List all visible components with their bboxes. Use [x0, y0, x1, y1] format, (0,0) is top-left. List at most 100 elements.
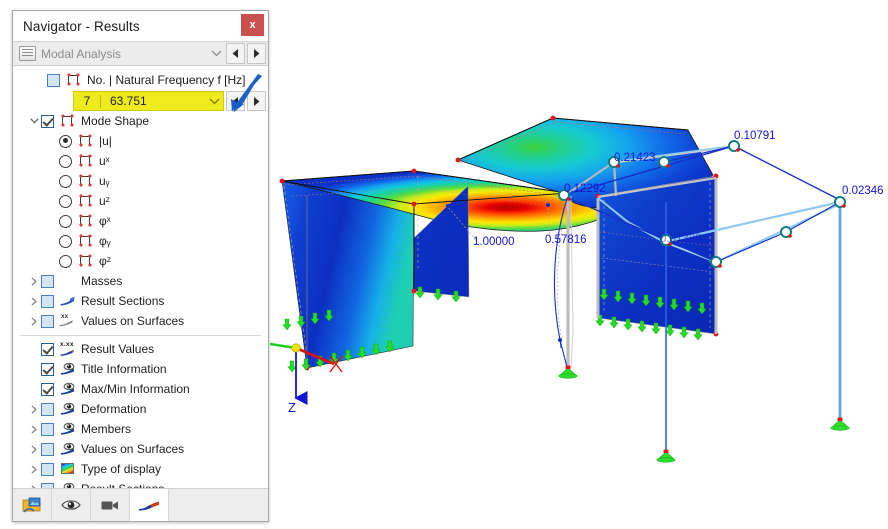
mode-component-row[interactable]: |u| [13, 131, 268, 151]
tree-item-checkbox[interactable] [41, 442, 54, 456]
chevron-right-icon[interactable] [27, 314, 41, 328]
tree-item-checkbox[interactable] [41, 294, 54, 308]
chevron-right-icon[interactable] [27, 462, 41, 476]
mode-component-row[interactable]: φᵧ [13, 231, 268, 251]
tree-item-checkbox[interactable] [41, 462, 54, 476]
tree-item-label: Deformation [81, 402, 147, 416]
mode-component-radio[interactable] [59, 154, 72, 168]
tree-item[interactable]: Deformation [13, 399, 268, 419]
mode-shape-label: Mode Shape [81, 114, 150, 128]
results-navigator-tab[interactable] [130, 489, 169, 521]
natural-frequency-checkbox[interactable] [47, 73, 60, 87]
chevron-right-icon[interactable] [27, 442, 41, 456]
tree-item-label: Result Sections [81, 483, 164, 488]
frequency-prev-button[interactable] [226, 91, 245, 111]
analysis-next-button[interactable] [247, 43, 266, 64]
mode-component-row[interactable]: uᶻ [13, 191, 268, 211]
result-section-icon [59, 294, 76, 308]
tree-item-checkbox[interactable] [41, 382, 54, 396]
tree-item[interactable]: Members [13, 419, 268, 439]
camera-icon [101, 501, 118, 510]
tree-item-mode-shape[interactable]: Mode Shape [13, 111, 268, 131]
close-button[interactable]: x [241, 14, 264, 36]
chevron-down-icon[interactable] [208, 43, 224, 64]
frequency-combobox-row: 7 63.751 [73, 91, 266, 111]
mode-shape-checkbox[interactable] [41, 114, 54, 128]
chevron-right-icon[interactable] [27, 482, 41, 488]
tree-item[interactable]: Result Sections [13, 291, 268, 311]
tree-item-natural-frequency[interactable]: Mode Shape No. | Natural Frequency f [Hz… [13, 70, 268, 90]
eye-icon [59, 442, 76, 456]
analysis-combobox[interactable]: Modal Analysis [16, 43, 208, 64]
analysis-label: Modal Analysis [41, 46, 122, 61]
tree-item-label: Values on Surfaces [81, 314, 185, 328]
tree-item[interactable]: Type of display [13, 459, 268, 479]
frame-icon [77, 214, 94, 228]
eye-icon [59, 362, 76, 376]
eye-icon [59, 482, 76, 488]
tabbar-filler [169, 489, 268, 521]
tree-item-checkbox[interactable] [41, 422, 54, 436]
project-navigator-tab[interactable] [13, 489, 52, 521]
3d-viewport[interactable]: 1.00000 0.57816 0.12292 0.21423 0.10791 … [268, 0, 888, 529]
results-icon [139, 501, 159, 510]
tree-item[interactable]: Result Sections [13, 479, 268, 488]
mode-component-row[interactable]: uˣ [13, 151, 268, 171]
tree-upper-items[interactable]: Masses Result Sections xx Values on Surface… [13, 271, 268, 331]
mode-component-radio[interactable] [59, 194, 72, 208]
result-values-icon: x.xx [59, 341, 76, 356]
tree-lower-items[interactable]: x.xx Result Values Title Information Max/Mi… [13, 339, 268, 488]
eye-icon [59, 422, 76, 436]
chevron-right-icon[interactable] [27, 274, 41, 288]
frequency-combobox[interactable]: 7 63.751 [73, 91, 224, 111]
chevron-right-icon[interactable] [27, 402, 41, 416]
tree-item[interactable]: x.xx Result Values [13, 339, 268, 359]
tree-item-label: Type of display [81, 462, 162, 476]
chevron-down-icon[interactable] [27, 114, 41, 128]
mode-component-radio[interactable] [59, 254, 72, 268]
rainbow-icon [59, 462, 76, 476]
views-navigator-tab[interactable] [91, 489, 130, 521]
tree-item-checkbox[interactable] [41, 402, 54, 416]
tree-item-checkbox[interactable] [41, 342, 54, 356]
chevron-right-icon[interactable] [27, 294, 41, 308]
mode-component-row[interactable]: φˣ [13, 211, 268, 231]
frame-icon [77, 134, 94, 148]
mode-component-radio[interactable] [59, 134, 72, 148]
tree-item[interactable]: Values on Surfaces [13, 439, 268, 459]
frequency-next-button[interactable] [247, 91, 266, 111]
tree-item-checkbox[interactable] [41, 314, 54, 328]
tree-item-label: Max/Min Information [81, 382, 190, 396]
tree-item[interactable]: Title Information [13, 359, 268, 379]
frame-icon [77, 194, 94, 208]
mode-shape-components[interactable]: |u| uˣ uᵧ uᶻ φˣ φᵧ φᶻ [13, 131, 268, 271]
mode-component-label: uˣ [99, 154, 110, 168]
mode-component-radio[interactable] [59, 214, 72, 228]
tree-item[interactable]: xx Values on Surfaces [13, 311, 268, 331]
analysis-selector-row: Modal Analysis [13, 42, 268, 66]
mode-component-radio[interactable] [59, 234, 72, 248]
mode-component-radio[interactable] [59, 174, 72, 188]
frequency-chevron-down-icon[interactable] [205, 98, 223, 105]
chevron-right-icon[interactable] [27, 422, 41, 436]
analysis-prev-button[interactable] [226, 43, 245, 64]
frame-icon [77, 234, 94, 248]
frame-icon [77, 154, 94, 168]
results-tree[interactable]: Mode Shape No. | Natural Frequency f [Hz… [13, 66, 268, 488]
tree-item-label: Title Information [81, 362, 167, 376]
tree-item-checkbox[interactable] [41, 482, 54, 488]
tree-item-checkbox[interactable] [41, 274, 54, 288]
display-navigator-tab[interactable] [52, 489, 91, 521]
tree-item-checkbox[interactable] [41, 362, 54, 376]
navigator-titlebar: Navigator - Results x [13, 11, 268, 42]
mode-component-row[interactable]: uᵧ [13, 171, 268, 191]
tree-item[interactable]: Masses [13, 271, 268, 291]
navigator-panel: Navigator - Results x Modal Analysis No.… [12, 10, 269, 522]
mode-component-label: |u| [99, 134, 112, 148]
navigator-tabbar[interactable] [13, 488, 268, 521]
natural-frequency-header: No. | Natural Frequency f [Hz] [87, 73, 246, 87]
mode-component-row[interactable]: φᶻ [13, 251, 268, 271]
tree-item[interactable]: Max/Min Information [13, 379, 268, 399]
